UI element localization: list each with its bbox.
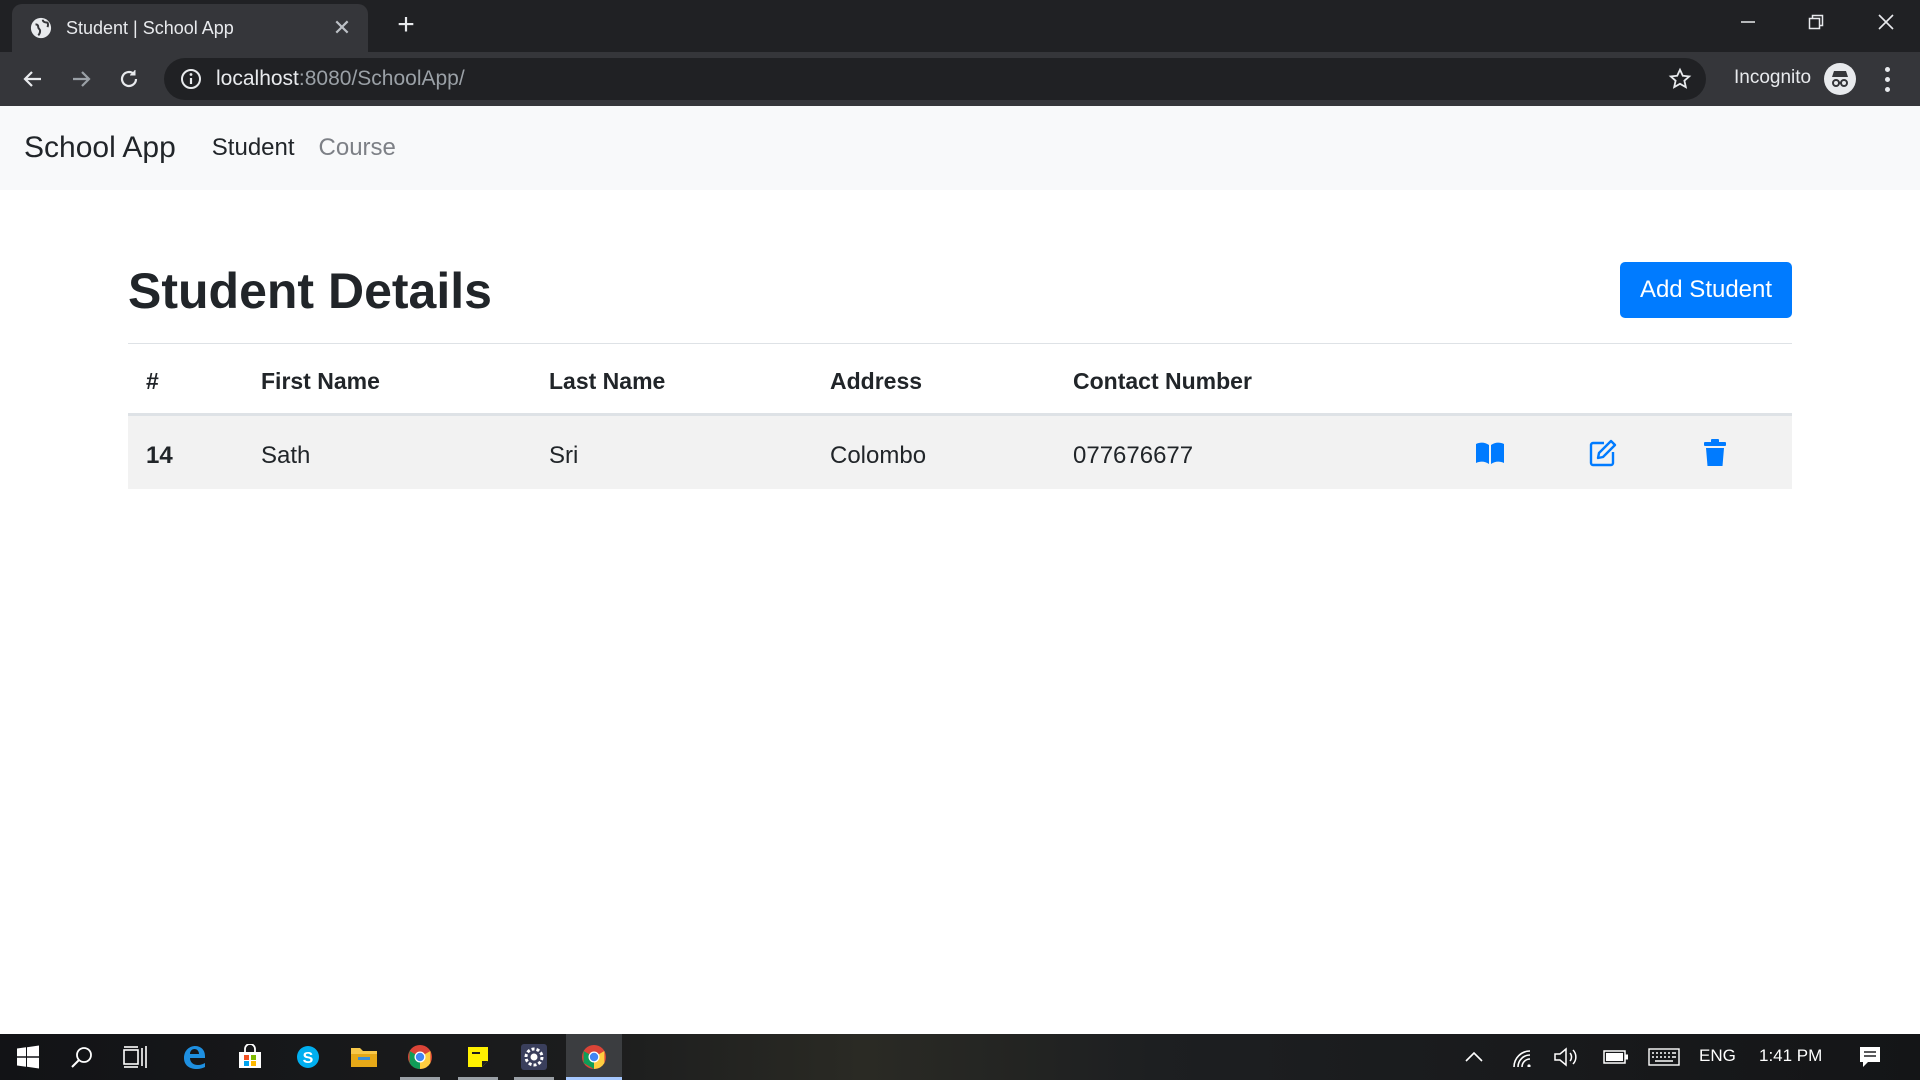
language-indicator[interactable]: ENG (1699, 1046, 1736, 1066)
forward-button[interactable] (64, 62, 98, 96)
column-header-first-name: First Name (261, 368, 380, 394)
back-button[interactable] (16, 62, 50, 96)
browser-tab[interactable]: Student | School App ✕ (12, 4, 368, 52)
restore-button[interactable] (1782, 0, 1850, 44)
address-bar[interactable]: localhost:8080/SchoolApp/ (164, 58, 1706, 100)
cell-address: Colombo (830, 442, 927, 469)
svg-text:S: S (303, 1050, 314, 1067)
table-row: 14 Sath Sri Colombo 077676677 (128, 416, 1792, 489)
url-path: :8080/SchoolApp/ (298, 67, 465, 90)
nav-link-student[interactable]: Student (212, 134, 295, 162)
search-icon[interactable] (54, 1034, 110, 1080)
settings-app-icon[interactable] (506, 1034, 562, 1080)
notification-center-icon[interactable] (1840, 1034, 1900, 1080)
view-book-icon[interactable] (1473, 436, 1507, 470)
globe-icon (30, 17, 52, 39)
incognito-icon[interactable] (1824, 63, 1856, 95)
cell-last-name: Sri (549, 442, 579, 469)
url-host: localhost (216, 67, 299, 90)
nav-link-course[interactable]: Course (319, 134, 396, 162)
url-text: localhost:8080/SchoolApp/ (216, 67, 465, 91)
add-student-button[interactable]: Add Student (1620, 262, 1792, 318)
chrome-icon[interactable] (566, 1034, 622, 1080)
app-navbar: School App Student Course (0, 106, 1920, 190)
file-explorer-icon[interactable] (336, 1034, 392, 1080)
reload-icon (120, 70, 138, 88)
task-view-icon[interactable] (108, 1034, 164, 1080)
windows-taskbar: S ENG 1:41 PM (0, 1034, 1920, 1080)
tab-title: Student | School App (66, 17, 234, 38)
tab-close-icon[interactable]: ✕ (330, 15, 354, 41)
students-table: # First Name Last Name Address Contact N… (128, 344, 1792, 489)
edge-icon[interactable] (166, 1034, 222, 1080)
brand-logo-text[interactable]: School App (24, 131, 176, 165)
minimize-button[interactable] (1714, 0, 1782, 44)
arrow-right-icon (73, 71, 91, 87)
column-header-last-name: Last Name (549, 368, 666, 394)
browser-tabstrip: Student | School App ✕ + (0, 0, 1920, 52)
skype-icon[interactable]: S (280, 1034, 336, 1080)
browser-menu-icon[interactable] (1874, 64, 1900, 94)
column-header-address: Address (830, 368, 923, 394)
clock[interactable]: 1:41 PM (1759, 1046, 1822, 1066)
browser-toolbar: localhost:8080/SchoolApp/ Incognito (0, 52, 1920, 106)
arrow-left-icon (23, 71, 41, 87)
windows-start-icon[interactable] (0, 1034, 56, 1080)
table-header-row: # First Name Last Name Address Contact N… (128, 344, 1792, 416)
minimize-icon (1741, 21, 1755, 23)
trash-icon[interactable] (1698, 436, 1732, 470)
info-icon[interactable] (180, 68, 202, 90)
cell-id: 14 (146, 442, 173, 469)
column-header-contact-number: Contact Number (1073, 368, 1252, 394)
incognito-label: Incognito (1734, 67, 1812, 88)
close-window-button[interactable] (1852, 0, 1920, 44)
column-header-id: # (146, 368, 159, 394)
cell-contact-number: 077676677 (1073, 442, 1194, 469)
keyboard-icon[interactable] (1636, 1034, 1692, 1080)
chrome-icon[interactable] (392, 1034, 448, 1080)
new-tab-button[interactable]: + (390, 10, 422, 42)
reload-button[interactable] (112, 62, 146, 96)
sticky-notes-icon[interactable] (450, 1034, 506, 1080)
page-title: Student Details (128, 263, 492, 319)
restore-icon (1808, 14, 1824, 30)
cell-first-name: Sath (261, 442, 311, 469)
bookmark-star-icon[interactable] (1668, 67, 1692, 91)
volume-icon[interactable] (1538, 1034, 1594, 1080)
close-icon (1878, 14, 1894, 30)
store-icon[interactable] (222, 1034, 278, 1080)
edit-icon[interactable] (1586, 436, 1620, 470)
